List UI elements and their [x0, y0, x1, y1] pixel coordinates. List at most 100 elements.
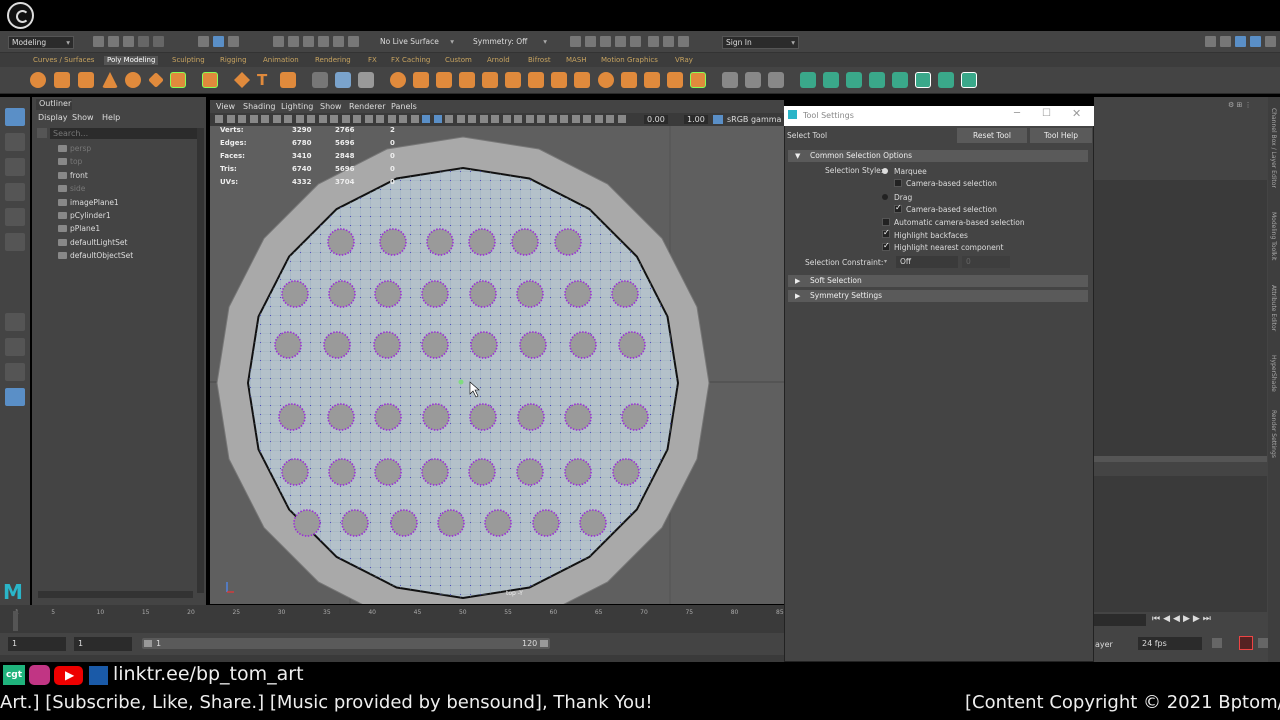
redo-icon[interactable] [153, 36, 164, 47]
hole[interactable] [532, 509, 560, 537]
selected-vertex[interactable] [458, 379, 464, 385]
drag-radio[interactable] [882, 194, 888, 200]
highlight-backfaces-checkbox[interactable] [882, 228, 890, 238]
current-time-marker[interactable] [13, 611, 18, 631]
hole[interactable] [328, 458, 356, 486]
hole[interactable] [341, 509, 369, 537]
hole[interactable] [618, 331, 646, 359]
extrude-icon[interactable] [436, 72, 452, 88]
circularize-icon[interactable] [690, 72, 706, 88]
playback-controls[interactable]: ⏮◀◀▶▶⏭ [1152, 614, 1272, 626]
hole[interactable] [374, 458, 402, 486]
render-view-icon[interactable] [570, 36, 581, 47]
hypershade-icon[interactable] [630, 36, 641, 47]
viewport-toolbar-icon[interactable] [249, 115, 258, 123]
shelf-tab-motion-graphics[interactable]: Motion Graphics [601, 56, 658, 65]
outliner-scrollbar[interactable] [197, 128, 204, 593]
shelf-tab-animation[interactable]: Animation [263, 56, 299, 65]
vray-render-icon[interactable] [648, 36, 659, 47]
tab-render-settings[interactable]: Render Settings [1270, 410, 1277, 458]
start-frame-field[interactable]: 1 [8, 637, 66, 651]
outliner-search-input[interactable]: Search... [50, 128, 202, 139]
select-tool-icon[interactable] [5, 108, 25, 126]
viewport-toolbar-icon[interactable] [606, 115, 614, 123]
poly-sphere-icon[interactable] [30, 72, 46, 88]
range-handle-end[interactable] [540, 640, 548, 647]
scale-tool-icon[interactable] [5, 233, 25, 251]
viewport-toolbar-icon[interactable] [261, 115, 269, 123]
viewport-toolbar-icon[interactable] [445, 115, 453, 123]
viewport-menu-renderer[interactable]: Renderer [349, 102, 386, 111]
ipr-render-icon[interactable] [600, 36, 611, 47]
exposure-field[interactable]: 0.00 [644, 115, 668, 124]
mode-dropdown[interactable]: Modeling [8, 36, 74, 49]
color-space-dropdown[interactable]: sRGB gamma [727, 115, 781, 124]
marquee-radio[interactable] [882, 168, 888, 174]
playback-field[interactable] [1094, 614, 1146, 626]
auto-camera-checkbox[interactable] [882, 218, 890, 226]
hole[interactable] [519, 331, 547, 359]
svg-icon[interactable] [280, 72, 296, 88]
hole[interactable] [278, 403, 306, 431]
shelf-tab-curves[interactable]: Curves / Surfaces [33, 56, 94, 65]
viewport-menu-show[interactable]: Show [320, 102, 342, 111]
viewport-toolbar-icon[interactable] [238, 115, 246, 123]
hole[interactable] [621, 403, 649, 431]
loop-icon[interactable] [1212, 638, 1222, 648]
viewport-toolbar-icon[interactable] [433, 115, 442, 123]
viewport-toolbar-icon[interactable] [295, 115, 304, 123]
outliner-tab[interactable]: Outliner [36, 99, 72, 110]
target-weld-icon[interactable] [644, 72, 660, 88]
viewport-toolbar-icon[interactable] [272, 115, 281, 123]
viewport-toolbar-icon[interactable] [594, 115, 603, 123]
merge-icon[interactable] [551, 72, 567, 88]
preferences-icon[interactable] [1258, 638, 1268, 648]
outliner-hscrollbar[interactable] [38, 591, 193, 598]
shelf-tab-fx-caching[interactable]: FX Caching [391, 56, 430, 65]
hole[interactable] [516, 280, 544, 308]
hole[interactable] [569, 331, 597, 359]
snap-surface-icon[interactable] [333, 36, 344, 47]
snap-grid-icon[interactable] [273, 36, 284, 47]
viewport-toolbar-icon[interactable] [537, 115, 545, 123]
mesh-view[interactable] [210, 126, 784, 604]
side-by-side-icon[interactable] [5, 363, 25, 381]
select-object-icon[interactable] [213, 36, 224, 47]
section-soft-selection[interactable]: ▶ Soft Selection [788, 275, 1088, 287]
hole[interactable] [611, 280, 639, 308]
uv-planar-icon[interactable] [800, 72, 816, 88]
hole[interactable] [421, 331, 449, 359]
symmetry-dropdown[interactable]: Symmetry: Off [470, 36, 550, 49]
bevel-icon[interactable] [482, 72, 498, 88]
time-slider[interactable] [0, 605, 784, 633]
viewport-toolbar-icon[interactable] [341, 115, 350, 123]
viewport-toolbar-icon[interactable] [284, 115, 292, 123]
outliner-item[interactable]: pPlane1 [70, 224, 100, 233]
hole[interactable] [468, 228, 496, 256]
snap-view-icon[interactable] [318, 36, 329, 47]
bridge-icon[interactable] [459, 72, 475, 88]
current-frame-field[interactable]: 1 [74, 637, 132, 651]
poly-cube-icon[interactable] [54, 72, 70, 88]
viewport-toolbar-icon[interactable] [422, 115, 430, 123]
viewport-toolbar-icon[interactable] [387, 115, 396, 123]
hole[interactable] [422, 403, 450, 431]
toggle-outliner-icon[interactable] [1220, 36, 1231, 47]
viewport-toolbar-icon[interactable] [318, 115, 327, 123]
shelf-tab-vray[interactable]: VRay [675, 56, 693, 65]
render-settings-icon[interactable] [615, 36, 626, 47]
shelf-tab-rigging[interactable]: Rigging [220, 56, 247, 65]
tab-attribute-editor[interactable]: Attribute Editor [1270, 285, 1277, 331]
render-frame-icon[interactable] [585, 36, 596, 47]
viewport-toolbar-icon[interactable] [376, 115, 384, 123]
hole[interactable] [390, 509, 418, 537]
viewport-toolbar-icon[interactable] [307, 115, 315, 123]
hole[interactable] [323, 331, 351, 359]
highlight-nearest-checkbox[interactable] [882, 241, 890, 251]
minimize-icon[interactable]: ─ [1014, 108, 1020, 119]
lasso-tool-icon[interactable] [5, 133, 25, 151]
shelf-tab-arnold[interactable]: Arnold [487, 56, 510, 65]
hole[interactable] [564, 458, 592, 486]
hole[interactable] [327, 403, 355, 431]
close-icon[interactable]: ✕ [1072, 107, 1081, 120]
